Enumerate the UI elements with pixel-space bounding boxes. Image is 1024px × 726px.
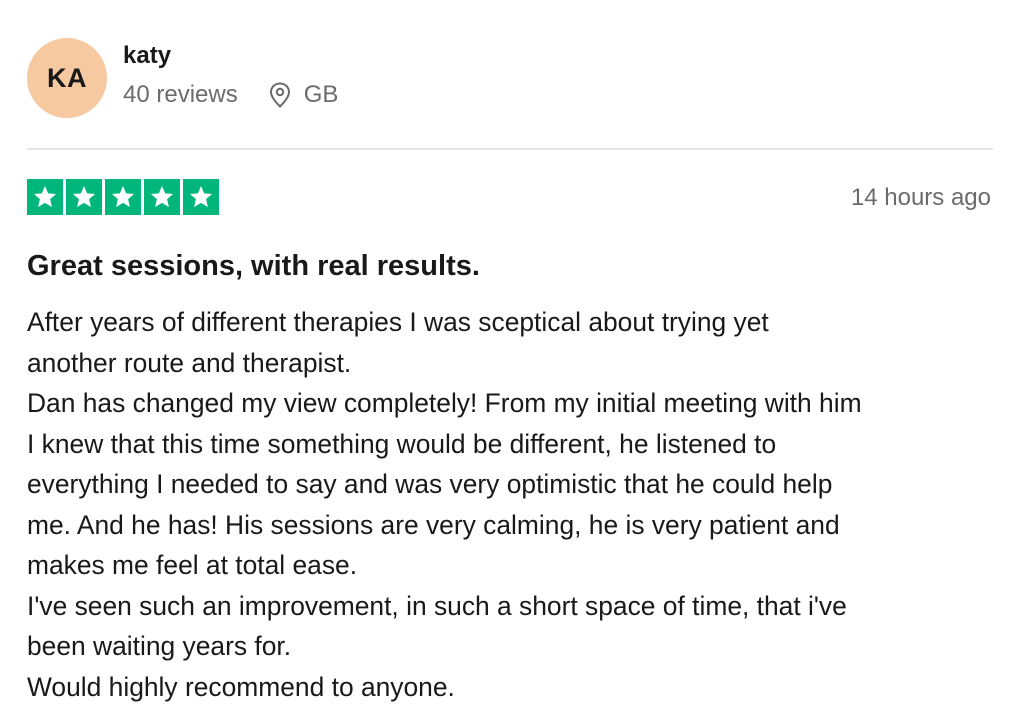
reviewer-meta: 40 reviews GB <box>123 80 338 110</box>
review-text-line: Dan has changed my view completely! From… <box>27 388 862 418</box>
avatar[interactable]: KA <box>27 38 107 118</box>
star-icon <box>27 179 63 215</box>
star-icon <box>105 179 141 215</box>
review-text-line: I've seen such an improvement, in such a… <box>27 590 847 621</box>
review-text-line: After years of different therapies I was… <box>27 307 769 337</box>
review-text-line: I knew that this time something would be… <box>27 428 777 459</box>
divider <box>27 148 993 150</box>
map-pin-icon <box>269 81 290 108</box>
review-text-line: me. And he has! His sessions are very ca… <box>27 509 840 540</box>
star-rating <box>27 179 219 215</box>
review-card: KA katy 40 reviews GB 14 hours ago Great… <box>0 0 1024 726</box>
review-text-line: been waiting years for. <box>27 631 292 661</box>
review-text-line: makes me feel at total ease. <box>27 550 358 580</box>
review-count: 40 reviews <box>123 80 238 108</box>
review-body: After years of different therapies I was… <box>27 302 1002 707</box>
review-text-line: Would highly recommend to anyone. <box>27 671 455 702</box>
star-icon <box>183 179 219 215</box>
reviewer-name[interactable]: katy <box>123 41 338 71</box>
reviewer-location: GB <box>268 80 339 110</box>
reviewer-header: KA katy 40 reviews GB <box>27 38 338 118</box>
star-icon <box>144 179 180 215</box>
review-text-line: another route and therapist. <box>27 347 352 378</box>
star-icon <box>66 179 102 215</box>
reviewer-info: katy 40 reviews GB <box>123 41 338 110</box>
rating-row: 14 hours ago <box>27 179 993 217</box>
location-text: GB <box>303 80 339 108</box>
review-timestamp: 14 hours ago <box>850 184 991 211</box>
review-title[interactable]: Great sessions, with real results. <box>27 248 480 284</box>
review-text-line: everything I needed to say and was very … <box>27 469 833 499</box>
